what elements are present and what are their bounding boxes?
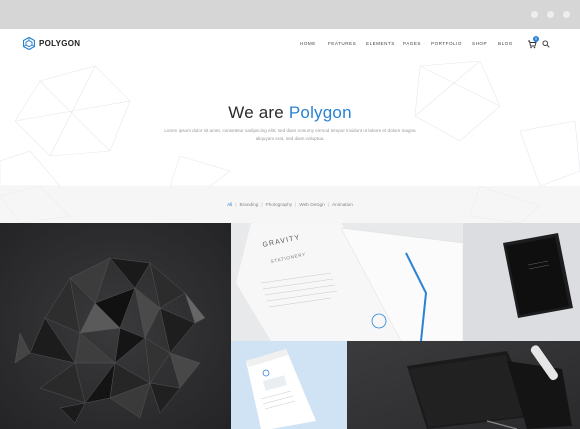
portfolio-item-stationery[interactable]: GRAVITY STATIONERY	[231, 223, 463, 341]
tablet-mockup-image	[463, 223, 580, 341]
window-dot-icon[interactable]	[547, 11, 554, 18]
nav-portfolio[interactable]: PORTFOLIO	[431, 41, 462, 46]
window-dot-icon[interactable]	[563, 11, 570, 18]
search-icon[interactable]	[542, 40, 550, 48]
hero-title: We are Polygon	[0, 103, 580, 123]
hero-title-prefix: We are	[228, 103, 289, 122]
hero-section: We are Polygon Lorem ipsum dolor sit ame…	[0, 61, 580, 186]
stationery-mockup-image: GRAVITY STATIONERY	[231, 223, 463, 341]
portfolio-filter-bar: All | Branding | Photography | Web Design | Anim…	[0, 186, 580, 223]
filter-branding[interactable]: Branding	[237, 202, 262, 207]
portfolio-item-booklet[interactable]	[231, 341, 347, 429]
portfolio-item-notebook[interactable]	[347, 341, 580, 429]
nav-blog[interactable]: BLOG	[498, 41, 513, 46]
polygon-background-decoration	[0, 61, 580, 186]
browser-chrome	[0, 0, 580, 29]
hero-description: Lorem ipsum dolor sit amet, consetetur s…	[164, 128, 416, 141]
filter-photography[interactable]: Photography	[263, 202, 296, 207]
booklet-mockup-image	[231, 341, 347, 429]
notebook-mockup-image	[347, 341, 580, 429]
nav-elements[interactable]: ELEMENTS	[366, 41, 395, 46]
site-header: POLYGON HOME FEATURES ELEMENTS PAGES POR…	[0, 29, 580, 61]
portfolio-item-sphere[interactable]	[0, 223, 231, 429]
filter-animation[interactable]: Animation	[329, 202, 356, 207]
nav-shop[interactable]: SHOP	[472, 41, 487, 46]
nav-pages[interactable]: PAGES	[403, 41, 421, 46]
portfolio-item-tablet[interactable]	[463, 223, 580, 341]
nav-features[interactable]: FEATURES	[328, 41, 356, 46]
filter-list: All | Branding | Photography | Web Design | Anim…	[0, 202, 580, 207]
main-nav: HOME FEATURES ELEMENTS PAGES PORTFOLIO S…	[0, 41, 580, 51]
window-dot-icon[interactable]	[531, 11, 538, 18]
cart-count-badge: 0	[533, 36, 539, 42]
filter-all[interactable]: All	[224, 202, 235, 207]
filter-web-design[interactable]: Web Design	[296, 202, 327, 207]
hero-title-accent: Polygon	[288, 103, 352, 122]
nav-home[interactable]: HOME	[300, 41, 316, 46]
polygon-sphere-image	[0, 223, 231, 429]
